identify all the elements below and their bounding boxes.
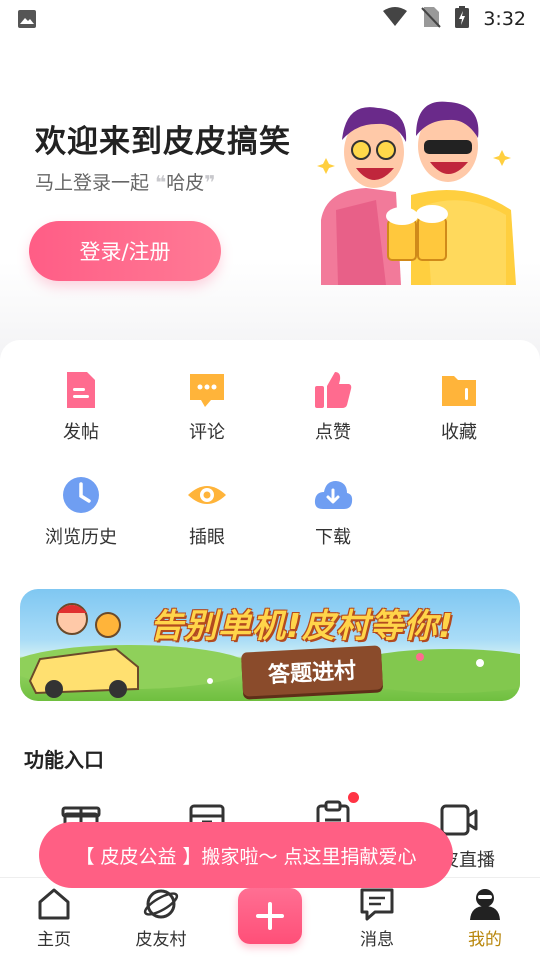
grid-item-comment[interactable]: 评论 (144, 370, 270, 444)
charity-toast[interactable]: 【 皮皮公益 】搬家啦～ 点这里捐献爱心 (39, 822, 453, 888)
tab-label: 主页 (37, 930, 71, 950)
download-cloud-icon (313, 475, 353, 515)
wifi-icon (383, 7, 408, 31)
quiz-banner[interactable]: 告别单机!皮村等你! 答题进村 (20, 589, 520, 701)
features-title: 功能入口 (24, 748, 104, 772)
tab-label: 皮友村 (135, 930, 187, 950)
home-icon (36, 886, 72, 922)
quote-close: ❞ (204, 172, 216, 194)
status-bar: 3:32 (0, 0, 540, 38)
folder-icon (439, 370, 479, 410)
grid-item-label: 下载 (315, 527, 351, 548)
planet-icon (143, 886, 179, 922)
content-card: 发帖 评论 点赞 收藏 浏览历史 插眼 下载 告别单机!皮村等你! 答题进村 功… (0, 340, 540, 900)
grid-item-label: 浏览历史 (45, 527, 117, 548)
grid-item-post[interactable]: 发帖 (18, 370, 144, 444)
tab-pipi-village[interactable]: 皮友村 (116, 886, 206, 950)
profile-icon (467, 886, 503, 922)
welcome-subtitle: 马上登录一起 ❝哈皮❞ (35, 168, 215, 195)
grid-item-history[interactable]: 浏览历史 (18, 475, 144, 549)
banner-sign: 答题进村 (240, 645, 384, 697)
grid-item-label: 评论 (189, 422, 225, 443)
tab-home[interactable]: 主页 (9, 886, 99, 950)
banner-headline: 告别单机!皮村等你! (150, 606, 455, 645)
clock-icon (61, 475, 101, 515)
profile-header: 欢迎来到皮皮搞笑 马上登录一起 ❝哈皮❞ 登录/注册 (0, 38, 540, 358)
comment-icon (187, 370, 227, 410)
grid-item-label: 点赞 (315, 422, 351, 443)
tab-label: 消息 (360, 930, 394, 950)
bottom-tab-bar: 主页 皮友村 消息 我的 (0, 877, 540, 961)
tab-messages[interactable]: 消息 (332, 886, 422, 950)
quote-open: ❝ (155, 172, 167, 194)
message-icon (359, 886, 395, 922)
subtitle-highlight: 哈皮 (166, 172, 205, 194)
like-icon (313, 370, 353, 410)
grid-item-label: 发帖 (63, 422, 99, 443)
status-time: 3:32 (483, 8, 526, 30)
grid-item-favorite[interactable]: 收藏 (396, 370, 522, 444)
notification-badge (348, 792, 359, 803)
grid-item-download[interactable]: 下载 (270, 475, 396, 549)
mascot-illustration (317, 101, 516, 285)
grid-item-label: 收藏 (441, 422, 477, 443)
tab-mine[interactable]: 我的 (440, 886, 530, 950)
grid-item-like[interactable]: 点赞 (270, 370, 396, 444)
welcome-title: 欢迎来到皮皮搞笑 (35, 124, 291, 160)
create-post-button[interactable] (238, 888, 302, 944)
eye-icon (187, 475, 227, 515)
grid-item-label: 插眼 (189, 527, 225, 548)
grid-item-watch[interactable]: 插眼 (144, 475, 270, 549)
no-sim-icon (421, 6, 442, 32)
subtitle-prefix: 马上登录一起 (35, 172, 150, 194)
login-register-button[interactable]: 登录/注册 (29, 221, 221, 281)
tab-label: 我的 (468, 930, 502, 950)
gallery-notification-icon (17, 9, 37, 33)
plus-icon (256, 902, 284, 930)
post-icon (61, 370, 101, 410)
battery-charging-icon (455, 6, 470, 32)
